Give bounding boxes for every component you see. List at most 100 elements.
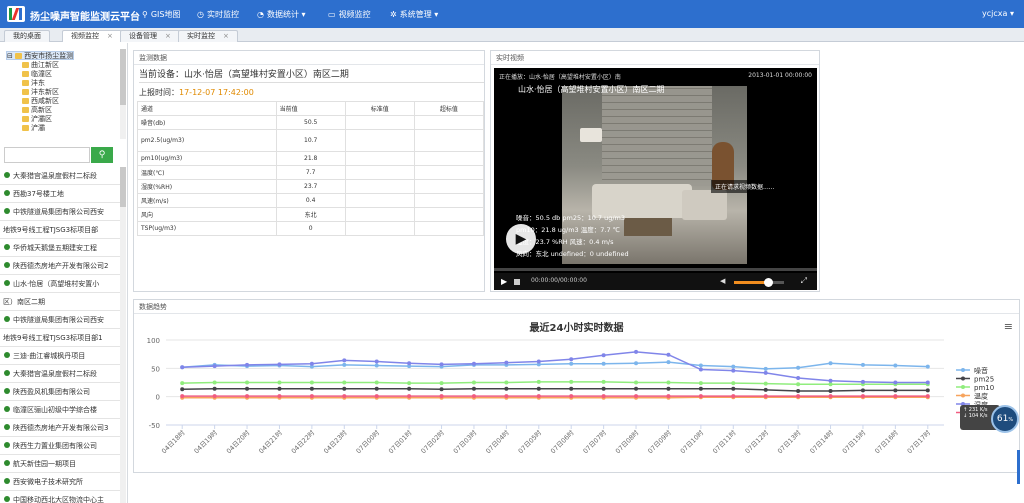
tab-device-manage[interactable]: 设备管理 × (120, 30, 180, 42)
volume-slider[interactable] (734, 281, 784, 284)
nav-data-stats[interactable]: ◔ 数据统计 ▾ (257, 9, 306, 20)
volume-icon[interactable]: ◀ (720, 277, 725, 285)
site-list-item[interactable]: 西安微电子技术研究所 (0, 473, 120, 491)
search-icon: ⚲ (98, 150, 106, 160)
y-tick-label: -50 (149, 422, 160, 430)
site-list-item[interactable]: 陕西生力置业集团有限公司 (0, 437, 120, 455)
tree-node-root[interactable]: ⊟ 西安市扬尘监测 (6, 51, 75, 60)
x-tick-label: 04日21时 (257, 428, 285, 456)
play-icon[interactable]: ▶ (501, 277, 507, 286)
site-list-scrollbar[interactable] (120, 167, 126, 503)
data-point (407, 381, 412, 386)
y-tick-label: 0 (156, 394, 160, 402)
site-list-item[interactable]: 中铁隧道局集团有限公司西安 (0, 311, 120, 329)
site-list-item[interactable]: 陕西德杰房地产开发有限公司2 (0, 257, 120, 275)
x-tick-label: 07日08时 (613, 428, 641, 456)
data-point (245, 394, 250, 399)
data-point (342, 362, 347, 367)
status-dot-icon (4, 262, 10, 268)
data-point (277, 362, 282, 367)
data-point (536, 379, 541, 384)
table-cell: pm2.5(ug/m3) (137, 129, 277, 152)
site-list-item[interactable]: 陕西盈风机集团有限公司 (0, 383, 120, 401)
big-play-button[interactable]: ▶ (506, 224, 536, 254)
tab-my-desktop[interactable]: 我的桌面 (4, 30, 50, 42)
nav-gis-map[interactable]: ⚲ GIS地图 (142, 9, 181, 20)
data-point (245, 386, 250, 391)
data-point (860, 362, 865, 367)
tree-node[interactable]: 浐灞区 (22, 115, 52, 124)
tree-node[interactable]: 沣东新区 (22, 88, 59, 97)
site-list-item[interactable]: 大秦猎宫温泉度假村二标段 (0, 365, 120, 383)
data-point (342, 358, 347, 363)
table-cell (413, 115, 485, 130)
data-point (342, 380, 347, 385)
site-list-item[interactable]: 中国移动西北大区物流中心主 (0, 491, 120, 503)
video-loading-text: 正在请求视频数据...... (711, 180, 779, 193)
x-tick-label: 07日14时 (808, 428, 836, 456)
folder-icon (22, 62, 29, 68)
site-list-item[interactable]: 地铁9号线工程TJSG3标项目部 (0, 221, 120, 239)
table-cell: 风向 (137, 207, 277, 222)
usage-gauge[interactable]: 61% (991, 405, 1019, 433)
site-list-item[interactable]: 大秦猎宫温泉度假村二标段 (0, 167, 120, 185)
video-player[interactable]: 正在播放：山水·怡居（高望堆村安置小区）南 2013-01-01 00:00:0… (494, 68, 817, 290)
video-panel: 实时视频 正在播放：山水·怡居（高望堆村安置小区）南 2013-01-01 00… (490, 50, 820, 292)
site-list-item[interactable]: 航天新佳园一期项目 (0, 455, 120, 473)
x-tick-label: 07日16时 (873, 428, 901, 456)
nav-system-admin[interactable]: ✲ 系统管理 ▾ (390, 9, 438, 20)
site-list-item[interactable]: 山水·怡居（高望堆村安置小 (0, 275, 120, 293)
nav-video-monitor[interactable]: ▭ 视频监控 (328, 9, 371, 20)
volume-slider-handle[interactable] (764, 278, 773, 287)
video-icon: ▭ (328, 10, 336, 19)
tree-node[interactable]: 西咸新区 (22, 97, 59, 106)
tab-realtime-monitor[interactable]: 实时监控 × (178, 30, 238, 42)
table-cell (413, 179, 485, 194)
close-icon[interactable]: × (107, 32, 113, 40)
video-progress-bar[interactable] (494, 268, 817, 271)
tree-scrollbar[interactable] (120, 49, 126, 139)
search-input[interactable] (4, 147, 90, 163)
site-list-item[interactable]: 中铁隧道局集团有限公司西安 (0, 203, 120, 221)
data-point (796, 365, 801, 370)
site-list-item[interactable]: 区）南区二期 (0, 293, 120, 311)
page-scrollbar[interactable] (1017, 450, 1020, 484)
data-point (245, 380, 250, 385)
tree-node[interactable]: 浐灞 (22, 124, 45, 133)
site-list-item[interactable]: 临潼区骊山初级中学综合楼 (0, 401, 120, 419)
video-control-bar: ▶ 00:00:00/00:00:00 ◀ ⤢ (494, 273, 817, 290)
nav-realtime-monitor[interactable]: ◷ 实时监控 (197, 9, 239, 20)
tree-node[interactable]: 沣东 (22, 79, 45, 88)
search-button[interactable]: ⚲ (91, 147, 113, 163)
table-row: 风向 东北 (137, 207, 485, 222)
data-point (277, 394, 282, 399)
user-menu[interactable]: ycjcxa ▾ (982, 9, 1014, 18)
data-point (569, 357, 574, 362)
monitor-table: 通道 当前值 标准值 超标值 噪音(db) 50.5 pm2.5(ug/m3) 10.… (137, 101, 485, 236)
data-point (569, 394, 574, 399)
site-list-item[interactable]: 地铁9号线工程TJSG3标项目部1 (0, 329, 120, 347)
x-tick-label: 04日18时 (159, 428, 187, 456)
table-cell: 0 (275, 221, 346, 236)
status-dot-icon (4, 370, 10, 376)
site-list-item[interactable]: 陕西德杰房地产开发有限公司3 (0, 419, 120, 437)
tree-node[interactable]: 高新区 (22, 106, 52, 115)
tree-node[interactable]: 曲江新区 (22, 61, 59, 70)
series-line (182, 387, 928, 392)
data-point (536, 394, 541, 399)
site-list-item[interactable]: 西勘37号楼工地 (0, 185, 120, 203)
collapse-icon[interactable]: ⊟ (7, 52, 15, 60)
tab-video-monitor[interactable]: 视频监控 × (62, 30, 122, 42)
site-list-item[interactable]: 三迪·曲江睿城枫丹项目 (0, 347, 120, 365)
close-icon[interactable]: × (165, 32, 171, 40)
stop-icon[interactable] (514, 279, 520, 285)
site-list-item[interactable]: 华侨城天鹅堡五期建安工程 (0, 239, 120, 257)
table-cell (344, 193, 415, 208)
table-cell: 湿度(%RH) (137, 179, 277, 194)
close-icon[interactable]: × (223, 32, 229, 40)
tree-node[interactable]: 临潼区 (22, 70, 52, 79)
data-point (731, 381, 736, 386)
data-point (698, 394, 703, 399)
fullscreen-icon[interactable]: ⤢ (801, 276, 807, 286)
status-dot-icon (4, 388, 10, 394)
